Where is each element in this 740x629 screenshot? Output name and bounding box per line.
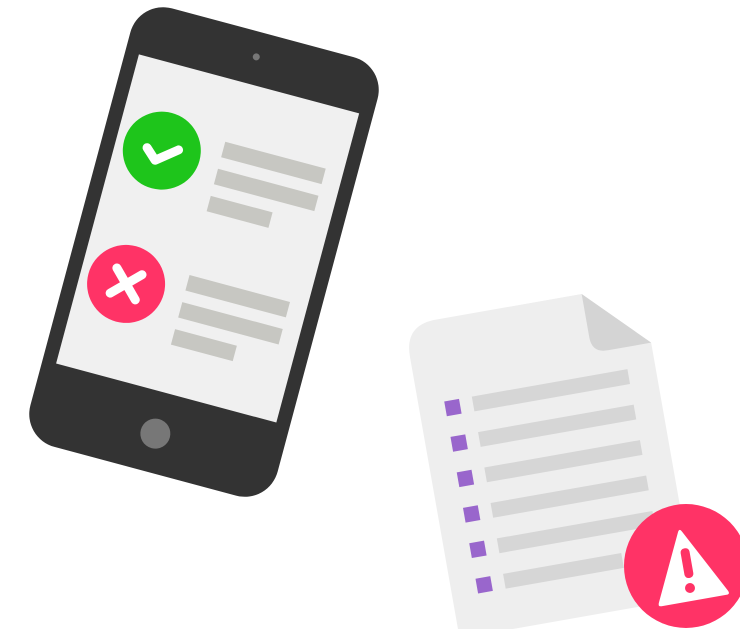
warning-icon-dot [685,583,695,593]
tablet-screen [56,54,360,423]
document-bullet [450,434,468,452]
tablet [29,7,379,497]
document-bullet [444,398,462,417]
document-bullet [456,469,475,488]
document-bullet [462,505,481,523]
document-bullet [469,540,487,559]
illustration-canvas [29,7,740,629]
document-fold [581,293,652,351]
document-bullet [475,576,493,594]
